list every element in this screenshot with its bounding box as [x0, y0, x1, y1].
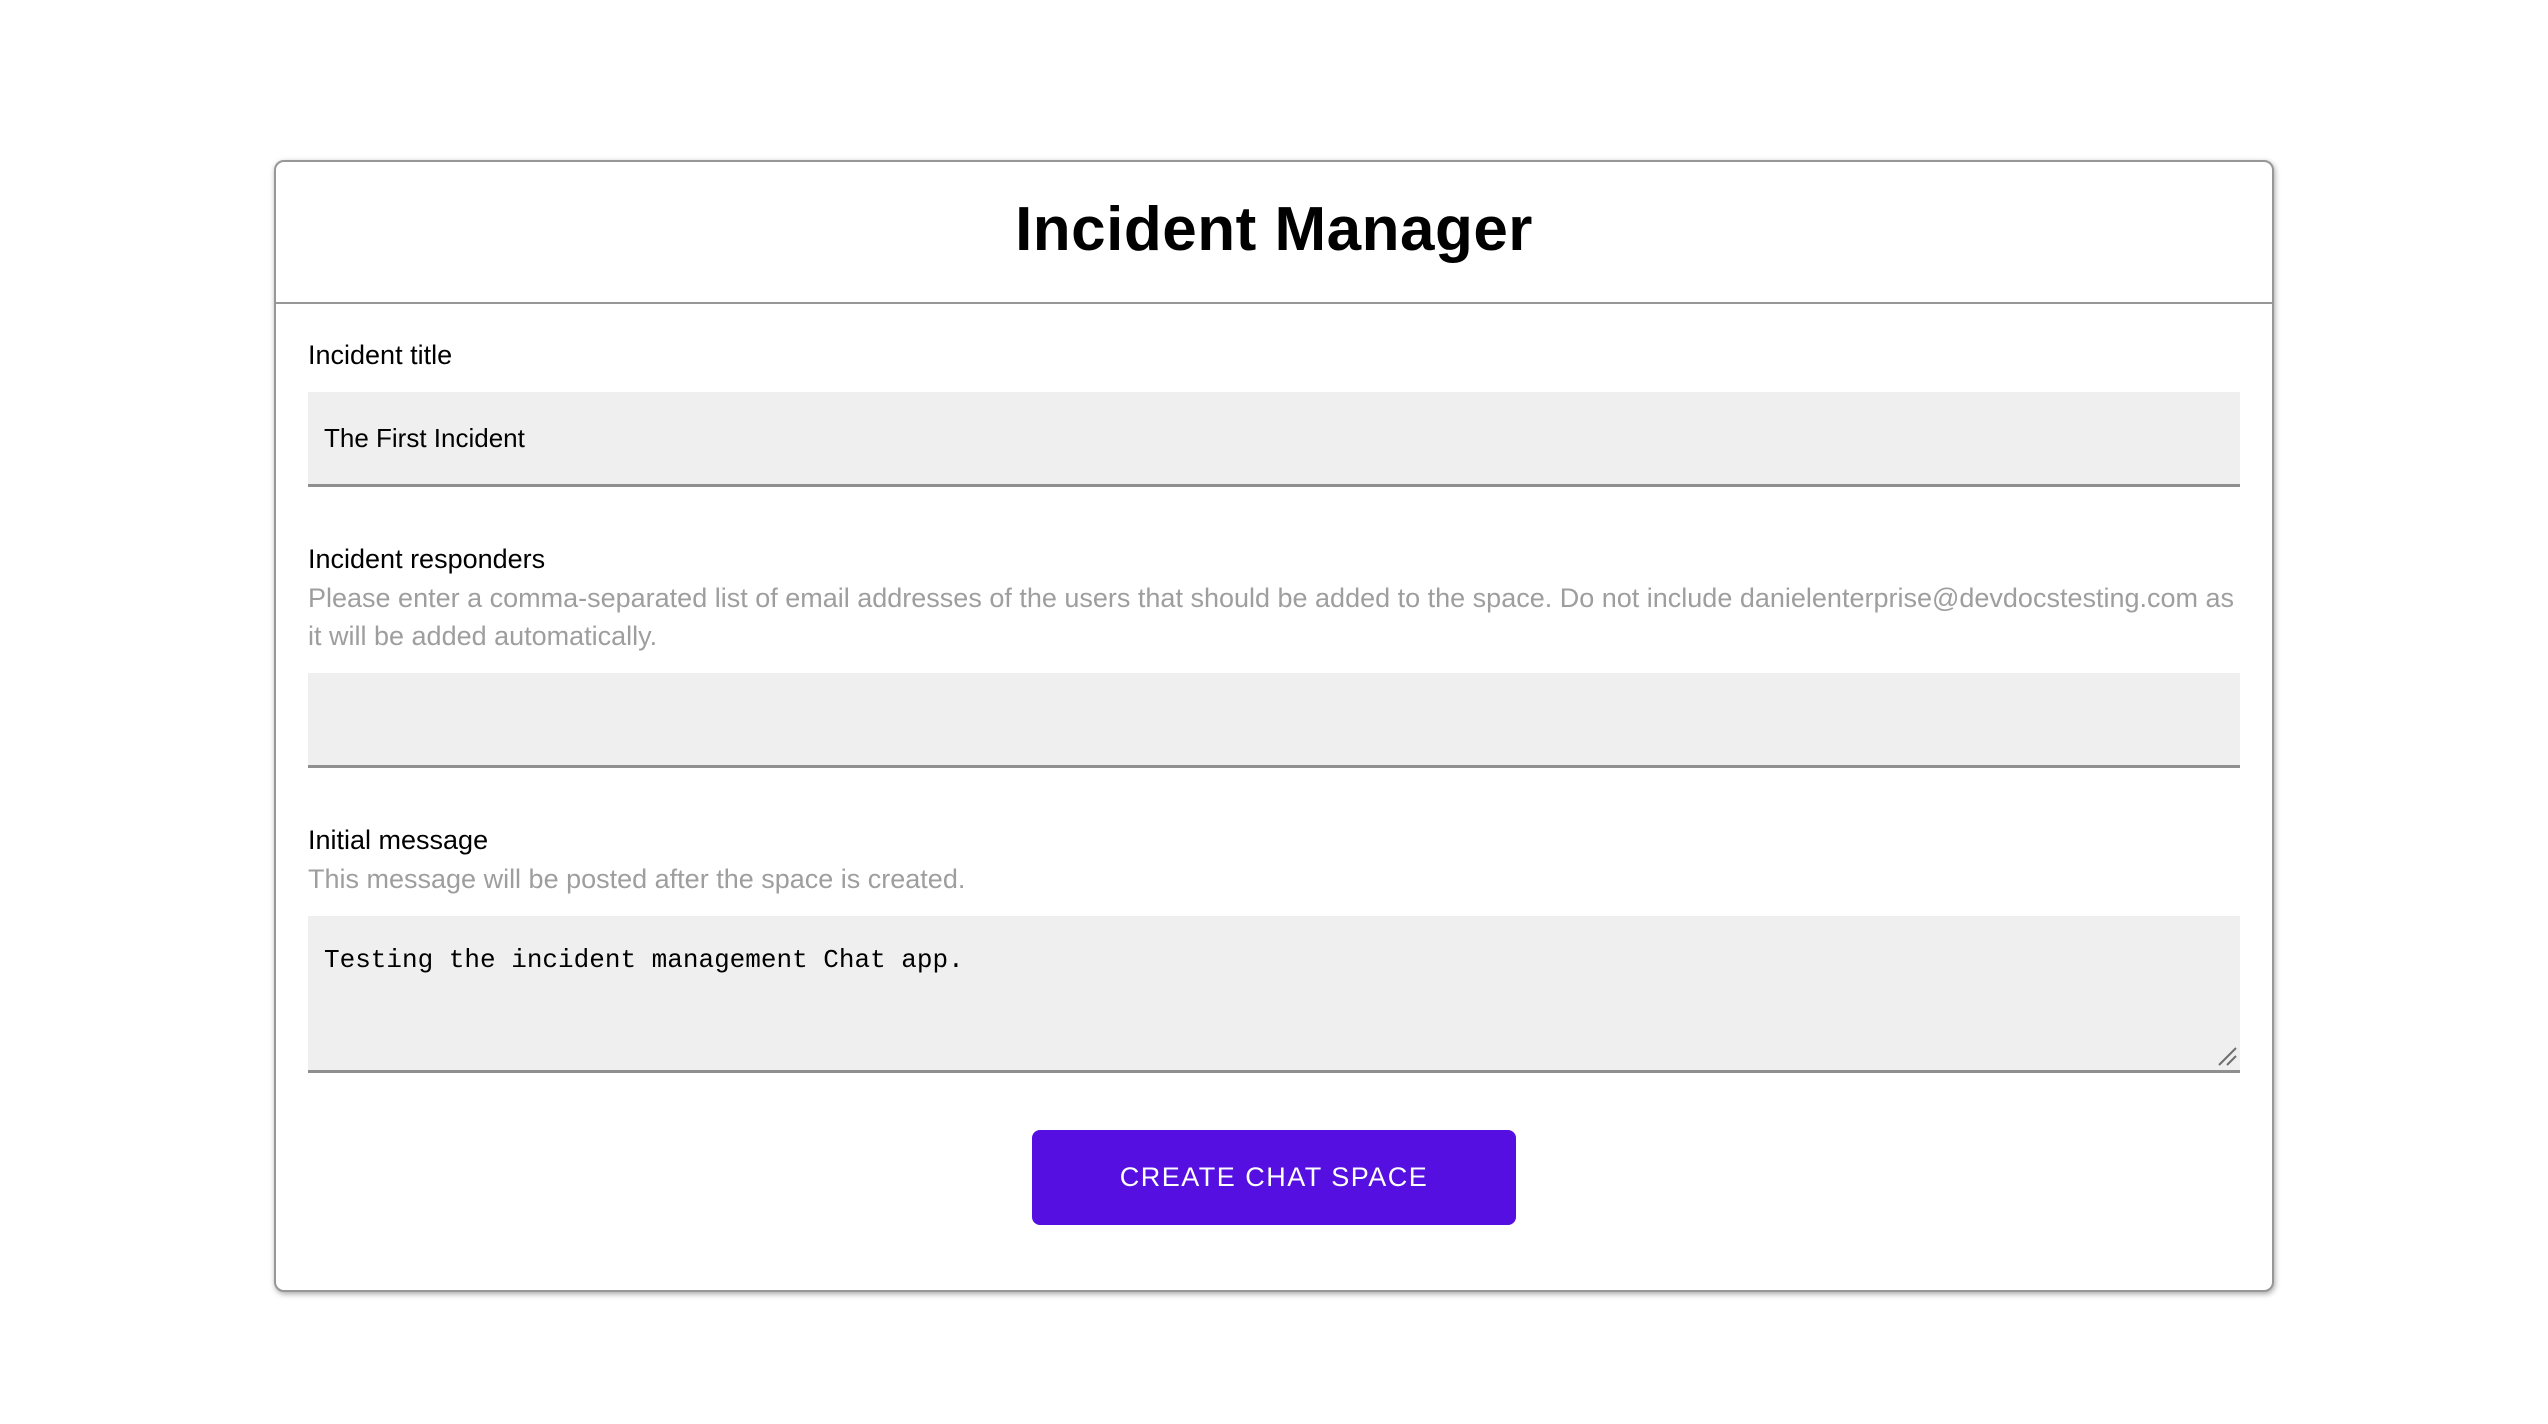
- initial-message-textarea-wrap: [308, 916, 2240, 1073]
- incident-responders-label: Incident responders: [308, 544, 546, 574]
- incident-responders-helper-text: Please enter a comma-separated list of e…: [308, 583, 2235, 651]
- incident-responders-input[interactable]: [308, 673, 2240, 768]
- card-body: Incident title Incident responders Pleas…: [276, 304, 2272, 1290]
- card-header: Incident Manager: [276, 162, 2272, 304]
- incident-form-card: Incident Manager Incident title Incident…: [274, 160, 2274, 1292]
- initial-message-field: Initial message This message will be pos…: [308, 823, 2240, 1073]
- button-row: CREATE CHAT SPACE: [308, 1130, 2240, 1225]
- incident-title-field: Incident title: [308, 338, 2240, 487]
- initial-message-label: Initial message: [308, 825, 489, 855]
- textarea-resize-handle-icon[interactable]: [2215, 1044, 2237, 1066]
- incident-title-input[interactable]: [308, 392, 2240, 487]
- incident-title-label: Incident title: [308, 340, 453, 370]
- initial-message-textarea[interactable]: [308, 916, 2240, 1073]
- page: Incident Manager Incident title Incident…: [0, 0, 2548, 1424]
- create-chat-space-button[interactable]: CREATE CHAT SPACE: [1032, 1130, 1516, 1225]
- page-title: Incident Manager: [1015, 195, 1533, 264]
- incident-responders-field: Incident responders Please enter a comma…: [308, 542, 2240, 768]
- initial-message-helper-text: This message will be posted after the sp…: [308, 864, 966, 894]
